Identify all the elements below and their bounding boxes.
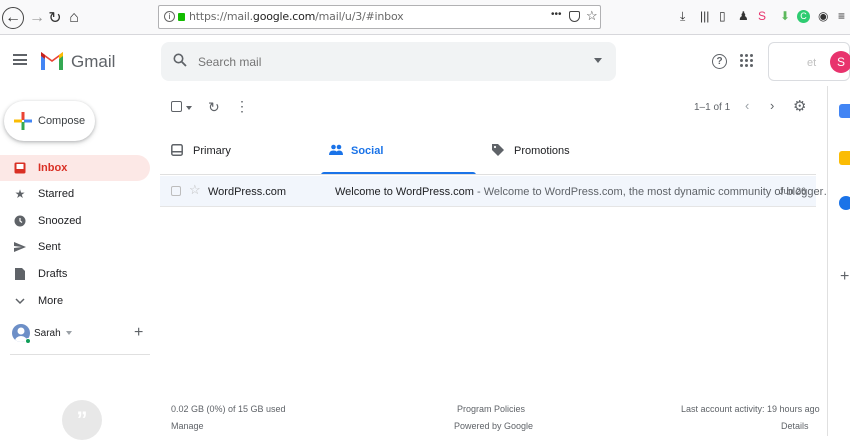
chevron-left-icon[interactable]: ‹ — [745, 99, 749, 112]
bookmark-star-icon[interactable]: ☆ — [586, 9, 598, 23]
extension-person-icon[interactable]: ♟ — [738, 9, 749, 23]
sidebar-item-more[interactable]: More — [0, 288, 150, 314]
more-options-icon[interactable]: ⋮ — [235, 99, 249, 113]
star-icon: ★ — [14, 187, 26, 201]
info-icon[interactable]: i — [164, 11, 175, 22]
hangouts-icon[interactable]: ” — [62, 400, 102, 440]
sidebar-divider — [10, 354, 150, 355]
hangouts-user-name[interactable]: Sarah — [34, 328, 61, 339]
address-bar[interactable]: i https://mail.google.com/mail/u/3/#inbo… — [158, 5, 601, 29]
email-sender: WordPress.com — [208, 186, 287, 198]
tab-promotions[interactable]: Promotions — [481, 128, 644, 175]
sidebar-item-label: Inbox — [38, 162, 68, 174]
search-bar[interactable] — [161, 42, 616, 81]
email-subject-line: Welcome to WordPress.com - Welcome to Wo… — [335, 186, 834, 198]
tab-label: Promotions — [514, 145, 570, 157]
sidebar-item-label: Sent — [38, 241, 61, 253]
main-menu-icon[interactable] — [13, 54, 27, 65]
sidebar-item-label: Starred — [38, 188, 75, 200]
back-arrow-icon[interactable]: ← — [2, 7, 24, 29]
avatar[interactable]: S — [830, 51, 850, 73]
row-checkbox[interactable] — [171, 186, 181, 196]
chevron-right-icon[interactable]: › — [770, 99, 774, 112]
inbox-icon — [171, 144, 183, 159]
star-icon[interactable]: ☆ — [189, 182, 201, 198]
url-text: https://mail.google.com/mail/u/3/#inbox — [189, 10, 404, 23]
manage-storage-link[interactable]: Manage — [171, 421, 204, 431]
sidebar-item-sent[interactable]: Sent — [0, 234, 150, 260]
details-link[interactable]: Details — [781, 421, 809, 431]
new-conversation-icon[interactable]: + — [134, 325, 143, 341]
add-addon-icon[interactable]: + — [840, 269, 849, 285]
menu-icon[interactable]: ≡ — [838, 9, 845, 23]
sidebar-item-starred[interactable]: ★ Starred — [0, 181, 150, 207]
extension-down-icon[interactable]: ⬇ — [780, 9, 790, 23]
page-actions-icon[interactable]: ••• — [551, 9, 562, 20]
tabs-divider — [160, 174, 816, 175]
sidebar-icon[interactable]: ▯ — [719, 9, 726, 23]
search-input[interactable] — [196, 54, 576, 70]
pocket-icon[interactable] — [569, 11, 580, 22]
refresh-icon[interactable]: ↻ — [208, 100, 220, 114]
select-all-checkbox[interactable] — [171, 101, 182, 112]
chevron-down-icon — [13, 294, 27, 308]
online-status-icon — [25, 338, 31, 344]
home-icon[interactable]: ⌂ — [63, 7, 85, 29]
account-circle-icon[interactable]: ◉ — [818, 9, 828, 23]
email-date: Jun 26 — [778, 186, 806, 196]
pagination-text: 1–1 of 1 — [694, 102, 731, 113]
gmail-logo-icon — [41, 52, 63, 70]
extension-s-icon[interactable]: S — [758, 9, 766, 23]
powered-by-text: Powered by Google — [454, 421, 534, 431]
library-icon[interactable]: ||| — [700, 9, 709, 23]
compose-plus-icon — [14, 112, 32, 130]
gmail-wordmark: Gmail — [71, 52, 116, 71]
search-icon[interactable] — [173, 53, 187, 67]
help-icon[interactable]: ? — [712, 54, 727, 69]
apps-grid-icon[interactable] — [740, 54, 754, 68]
tasks-icon[interactable] — [839, 196, 850, 210]
storage-usage: 0.02 GB (0%) of 15 GB used — [171, 404, 286, 414]
extension-c-icon[interactable]: C — [797, 10, 810, 23]
download-icon[interactable]: ⤓ — [680, 9, 685, 23]
sidebar-item-snoozed[interactable]: Snoozed — [0, 208, 150, 234]
sidebar-item-inbox[interactable]: Inbox — [0, 155, 150, 181]
calendar-icon[interactable] — [839, 104, 850, 118]
compose-label: Compose — [38, 115, 86, 127]
tab-label: Primary — [193, 145, 231, 157]
tab-social[interactable]: Social — [318, 128, 481, 175]
email-subject: Welcome to WordPress.com — [335, 186, 474, 198]
sidebar-item-label: Snoozed — [38, 215, 82, 227]
account-switcher[interactable]: et S — [768, 42, 850, 81]
lock-icon — [178, 13, 185, 21]
send-icon — [13, 240, 27, 254]
clock-icon — [13, 214, 27, 228]
hangouts-status-caret-icon[interactable] — [66, 331, 72, 335]
gear-icon[interactable]: ⚙ — [793, 99, 806, 114]
select-options-icon[interactable] — [186, 106, 192, 110]
last-activity-text: Last account activity: 19 hours ago — [681, 404, 820, 414]
side-panel: + — [827, 86, 850, 436]
people-icon — [329, 144, 343, 158]
compose-button[interactable]: Compose — [4, 101, 95, 141]
search-options-icon[interactable] — [594, 58, 602, 63]
account-faint-text: et — [807, 57, 817, 69]
keep-icon[interactable] — [839, 151, 850, 165]
sidebar-item-label: Drafts — [38, 268, 68, 280]
inbox-icon — [13, 161, 27, 175]
sidebar-item-label: More — [38, 295, 64, 307]
tab-primary[interactable]: Primary — [160, 128, 323, 175]
tab-label: Social — [351, 145, 384, 157]
table-row[interactable]: ☆ WordPress.com Welcome to WordPress.com… — [160, 176, 834, 207]
tag-icon — [492, 144, 504, 159]
program-policies-link[interactable]: Program Policies — [457, 404, 525, 414]
browser-toolbar: ← → ↻ ⌂ i https://mail.google.com/mail/u… — [0, 0, 850, 35]
draft-icon — [13, 267, 27, 281]
sidebar-item-drafts[interactable]: Drafts — [0, 261, 150, 287]
